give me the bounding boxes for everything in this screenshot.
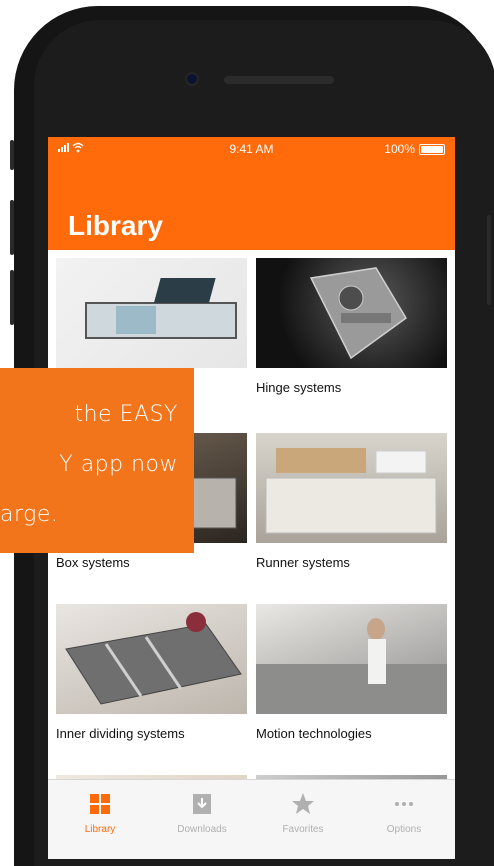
tab-label: Favorites — [282, 824, 324, 835]
page-title: Library — [68, 210, 163, 241]
nav-header: 9:41 AM 100% Library — [48, 137, 455, 250]
promo-banner[interactable]: the EASY Y app now arge. — [0, 368, 194, 553]
promo-line: arge. — [0, 502, 59, 527]
promo-line: Y app now — [59, 452, 178, 477]
tab-label: Downloads — [177, 824, 227, 835]
motion-image — [256, 604, 447, 714]
hinge-image — [256, 258, 447, 368]
grid-item-label: Box systems — [56, 555, 130, 570]
grid-item-label: Runner systems — [256, 555, 350, 570]
grid-item-label: Motion technologies — [256, 726, 372, 741]
more-icon — [392, 792, 416, 816]
download-icon — [190, 792, 214, 816]
grid-item-label: Inner dividing systems — [56, 726, 185, 741]
mute-switch — [10, 140, 14, 170]
battery-icon — [419, 143, 445, 155]
grid-item-label: Hinge systems — [256, 380, 342, 395]
tab-library[interactable]: Library — [50, 780, 150, 850]
tab-downloads[interactable]: Downloads — [152, 780, 252, 850]
tab-label: Options — [386, 824, 422, 835]
promo-line: the EASY — [74, 402, 178, 427]
inner-dividing-image — [56, 604, 247, 714]
star-icon — [291, 792, 315, 816]
tab-label: Library — [84, 824, 116, 835]
battery-percent: 100% — [384, 142, 415, 156]
tab-options[interactable]: Options — [354, 780, 454, 850]
cabinet-image — [56, 258, 247, 368]
volume-down-button — [10, 270, 14, 325]
battery-status: 100% — [384, 142, 445, 156]
speaker-grille — [224, 76, 334, 84]
tab-favorites[interactable]: Favorites — [253, 780, 353, 850]
status-bar: 9:41 AM 100% — [48, 137, 455, 159]
power-button — [487, 215, 491, 305]
volume-up-button — [10, 200, 14, 255]
library-grid-icon — [88, 792, 112, 816]
camera-icon — [185, 72, 199, 86]
runner-image — [256, 433, 447, 543]
tab-bar: Library Downloads Favorites Options — [48, 779, 455, 859]
